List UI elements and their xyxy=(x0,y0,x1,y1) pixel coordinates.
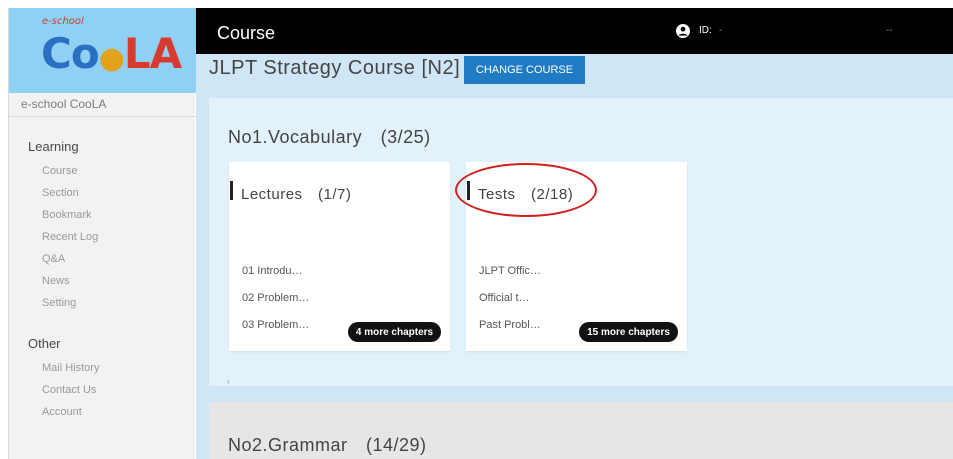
chapter-item[interactable]: Official t… xyxy=(479,292,530,304)
chapter-item[interactable]: JLPT Offic… xyxy=(479,265,541,277)
nav-heading-learning: Learning xyxy=(28,139,79,154)
topbar-extra-text: -- xyxy=(886,25,893,36)
user-id-label: ID: xyxy=(699,25,712,36)
chapter-item[interactable]: 01 Introdu… xyxy=(242,265,303,277)
sidebar-item-setting[interactable]: Setting xyxy=(42,297,76,309)
card-title: Lectures (1/7) xyxy=(241,186,352,203)
section-title: No1.Vocabulary (3/25) xyxy=(228,127,431,147)
sidebar-item-qa[interactable]: Q&A xyxy=(42,253,65,265)
chapter-item[interactable]: 02 Problem… xyxy=(242,292,309,304)
user-circle-icon[interactable] xyxy=(676,24,690,38)
lectures-card[interactable]: Lectures (1/7) 01 Introdu… 02 Problem… 0… xyxy=(229,162,450,351)
card-title: Tests (2/18) xyxy=(478,186,574,203)
more-chapters-badge[interactable]: 4 more chapters xyxy=(348,322,441,342)
card-accent-bar xyxy=(467,181,470,200)
chapter-item[interactable]: 03 Problem… xyxy=(242,319,309,331)
scroll-left-icon[interactable]: ‹ xyxy=(227,377,230,386)
sidebar-item-course[interactable]: Course xyxy=(42,165,77,177)
course-title: JLPT Strategy Course [N2] xyxy=(209,57,461,79)
logo-wordmark: Co●LA xyxy=(41,29,182,83)
tests-card[interactable]: Tests (2/18) JLPT Offic… Official t… Pas… xyxy=(466,162,687,351)
divider xyxy=(9,116,196,117)
main-content: JLPT Strategy Course [N2] CHANGE COURSE … xyxy=(196,54,953,459)
chapter-item[interactable]: Past Probl… xyxy=(479,319,541,331)
app-frame: e-school Co●LA e-school CooLA Learning C… xyxy=(0,0,953,459)
more-chapters-badge[interactable]: 15 more chapters xyxy=(579,322,678,342)
logo-tagline: e-school xyxy=(42,16,84,27)
sidebar-item-account[interactable]: Account xyxy=(42,406,82,418)
sidebar: e-school Co●LA e-school CooLA Learning C… xyxy=(8,8,196,459)
logo-la: LA xyxy=(123,29,182,78)
logo-co: Co xyxy=(41,29,100,78)
sidebar-item-recent-log[interactable]: Recent Log xyxy=(42,231,98,243)
sidebar-item-mail-history[interactable]: Mail History xyxy=(42,362,99,374)
nav-heading-other: Other xyxy=(28,336,61,351)
section-vocabulary: No1.Vocabulary (3/25) Lectures (1/7) 01 … xyxy=(209,98,953,386)
logo-dot-icon: ● xyxy=(98,41,125,76)
section-title: No2.Grammar (14/29) xyxy=(228,435,427,455)
sidebar-item-bookmark[interactable]: Bookmark xyxy=(42,209,92,221)
page-title: Course xyxy=(217,23,276,43)
top-bar: Course ID: - -- xyxy=(196,8,953,54)
card-accent-bar xyxy=(230,181,233,200)
sidebar-item-news[interactable]: News xyxy=(42,275,70,287)
logo[interactable]: e-school Co●LA xyxy=(9,8,196,93)
change-course-button[interactable]: CHANGE COURSE xyxy=(464,56,585,84)
section-grammar: No2.Grammar (14/29) xyxy=(209,402,953,459)
sidebar-item-section[interactable]: Section xyxy=(42,187,79,199)
user-id-value: - xyxy=(719,25,723,36)
site-name: e-school CooLA xyxy=(21,97,107,111)
sidebar-item-contact-us[interactable]: Contact Us xyxy=(42,384,96,396)
